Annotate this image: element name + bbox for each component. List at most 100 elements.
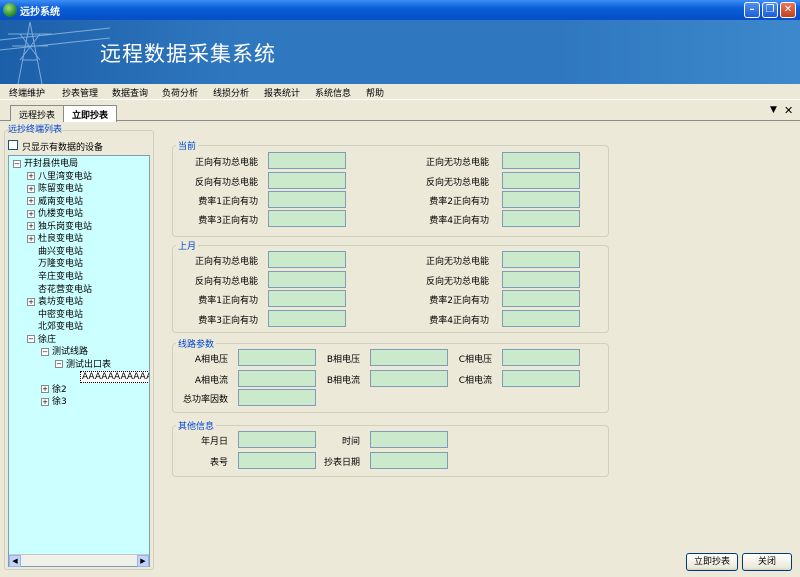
field-label: 正向无功总电能	[425, 257, 489, 267]
field-label: C相电压	[458, 355, 492, 365]
scroll-right-icon[interactable]: ▶	[137, 555, 149, 567]
tree-node[interactable]: 杏花营变电站	[27, 284, 92, 296]
menu-reports[interactable]: 报表统计	[264, 86, 300, 99]
minimize-icon[interactable]: –	[744, 2, 760, 18]
tree-node[interactable]: 万隆变电站	[27, 258, 83, 270]
data-only-checkbox[interactable]	[8, 140, 18, 150]
expand-icon[interactable]: +	[27, 222, 35, 231]
field-value[interactable]	[268, 251, 346, 268]
tab-remote-reading[interactable]: 远程抄表	[10, 105, 65, 121]
field-value[interactable]	[370, 452, 448, 469]
field-value[interactable]	[502, 191, 580, 208]
field-value[interactable]	[268, 290, 346, 307]
tree-node[interactable]: + 徐3	[41, 396, 67, 408]
field-value[interactable]	[268, 310, 346, 327]
tree-node[interactable]: 曲兴变电站	[27, 246, 83, 258]
field-value[interactable]	[502, 349, 580, 366]
menu-load-analysis[interactable]: 负荷分析	[162, 86, 198, 99]
field-value[interactable]	[268, 271, 346, 288]
scroll-left-icon[interactable]: ◀	[9, 555, 21, 567]
collapse-icon[interactable]: −	[27, 335, 35, 344]
field-value[interactable]	[502, 370, 580, 387]
field-label: 费率1正向有功	[198, 296, 258, 306]
menu-bar: 终端维护 抄表管理 数据查询 负荷分析 线损分析 报表统计 系统信息 帮助	[0, 84, 800, 100]
field-value[interactable]	[502, 210, 580, 227]
field-value[interactable]	[268, 172, 346, 189]
expand-icon[interactable]: +	[27, 197, 35, 206]
menu-system-info[interactable]: 系统信息	[315, 86, 351, 99]
expand-icon[interactable]: +	[41, 397, 49, 406]
close-button[interactable]: 关闭	[742, 553, 792, 571]
field-label: 费率4正向有功	[429, 216, 489, 226]
expand-icon[interactable]: +	[41, 385, 49, 394]
tree-node[interactable]: + 徐2	[41, 384, 67, 396]
chevron-down-icon[interactable]: ▼	[770, 105, 777, 115]
tree-node-label: 开封县供电局	[24, 159, 79, 169]
tree-node[interactable]: + 陈留变电站	[27, 183, 83, 195]
collapse-icon[interactable]: −	[13, 159, 21, 168]
tree-node[interactable]: 中密变电站	[27, 309, 83, 321]
tree-node-label: 八里湾变电站	[38, 171, 93, 182]
field-value[interactable]	[502, 310, 580, 327]
tree-node[interactable]: 辛庄变电站	[27, 271, 83, 283]
tree-node[interactable]: + 仇楼变电站	[27, 208, 83, 220]
expand-icon[interactable]: +	[27, 184, 35, 193]
field-value[interactable]	[502, 172, 580, 189]
field-value[interactable]	[268, 210, 346, 227]
tree-node[interactable]: 北郊变电站	[27, 321, 83, 333]
field-label: 时间	[341, 437, 360, 447]
terminal-list-title: 远抄终端列表	[8, 125, 63, 135]
title-bar[interactable]: 远抄系统 – ❐ ✕	[0, 0, 800, 20]
banner-title: 远程数据采集系统	[100, 42, 276, 66]
menu-terminal[interactable]: 终端维护	[9, 86, 45, 99]
collapse-icon[interactable]: −	[55, 360, 63, 369]
tree-node-label: 杏花营变电站	[38, 284, 93, 295]
tree-node-label: 徐2	[52, 384, 67, 395]
other-info-group-title: 其他信息	[176, 419, 217, 432]
tree-node[interactable]: + 八里湾变电站	[27, 171, 92, 183]
collapse-icon[interactable]: −	[41, 347, 49, 356]
field-label: 费率2正向有功	[429, 197, 489, 207]
maximize-icon[interactable]: ❐	[762, 2, 778, 18]
current-group-title: 当前	[176, 139, 199, 152]
field-label: 年月日	[200, 437, 228, 447]
field-value[interactable]	[268, 152, 346, 169]
menu-help[interactable]: 帮助	[366, 86, 384, 99]
field-value[interactable]	[238, 389, 316, 406]
close-tab-icon[interactable]: ✕	[784, 104, 793, 117]
tab-read-now[interactable]: 立即抄表	[63, 105, 118, 122]
field-value[interactable]	[502, 152, 580, 169]
line-params-group-title: 线路参数	[176, 337, 217, 350]
expand-icon[interactable]: +	[27, 172, 35, 181]
field-value[interactable]	[268, 191, 346, 208]
tab-strip: 远程抄表 立即抄表	[0, 103, 800, 122]
field-value[interactable]	[502, 290, 580, 307]
menu-meter-reading[interactable]: 抄表管理	[62, 86, 98, 99]
tree-node[interactable]: + 袁坊变电站	[27, 296, 83, 308]
close-icon[interactable]: ✕	[780, 2, 796, 18]
field-value[interactable]	[370, 431, 448, 448]
last-month-group-title: 上月	[176, 239, 199, 252]
tree-node-label: 威南变电站	[38, 196, 84, 207]
tree-node[interactable]: − 开封县供电局	[13, 158, 78, 170]
field-label: 费率1正向有功	[198, 197, 258, 207]
expand-icon[interactable]: +	[27, 297, 35, 306]
tree-node[interactable]: + 独乐岗变电站	[27, 221, 92, 233]
data-only-label[interactable]: 只显示有数据的设备	[22, 140, 103, 153]
read-now-button[interactable]: 立即抄表	[686, 553, 738, 571]
tree-node-label: 杜良变电站	[38, 234, 84, 245]
tree-node[interactable]: − 测试出口表	[55, 359, 111, 371]
menu-data-query[interactable]: 数据查询	[112, 86, 148, 99]
power-tower-icon	[0, 21, 110, 84]
tree-horizontal-scrollbar[interactable]: ◀ ▶	[9, 554, 149, 567]
tree-node[interactable]: − 测试线路	[41, 346, 88, 358]
expand-icon[interactable]: +	[27, 209, 35, 218]
menu-line-loss[interactable]: 线损分析	[213, 86, 249, 99]
expand-icon[interactable]: +	[27, 234, 35, 243]
tree-node[interactable]: + 杜良变电站	[27, 233, 83, 245]
tree-node-label: 仇楼变电站	[38, 209, 84, 220]
tree-node[interactable]: − 徐庄	[27, 334, 56, 346]
tree-node[interactable]: + 威南变电站	[27, 196, 83, 208]
field-value[interactable]	[502, 271, 580, 288]
field-value[interactable]	[502, 251, 580, 268]
